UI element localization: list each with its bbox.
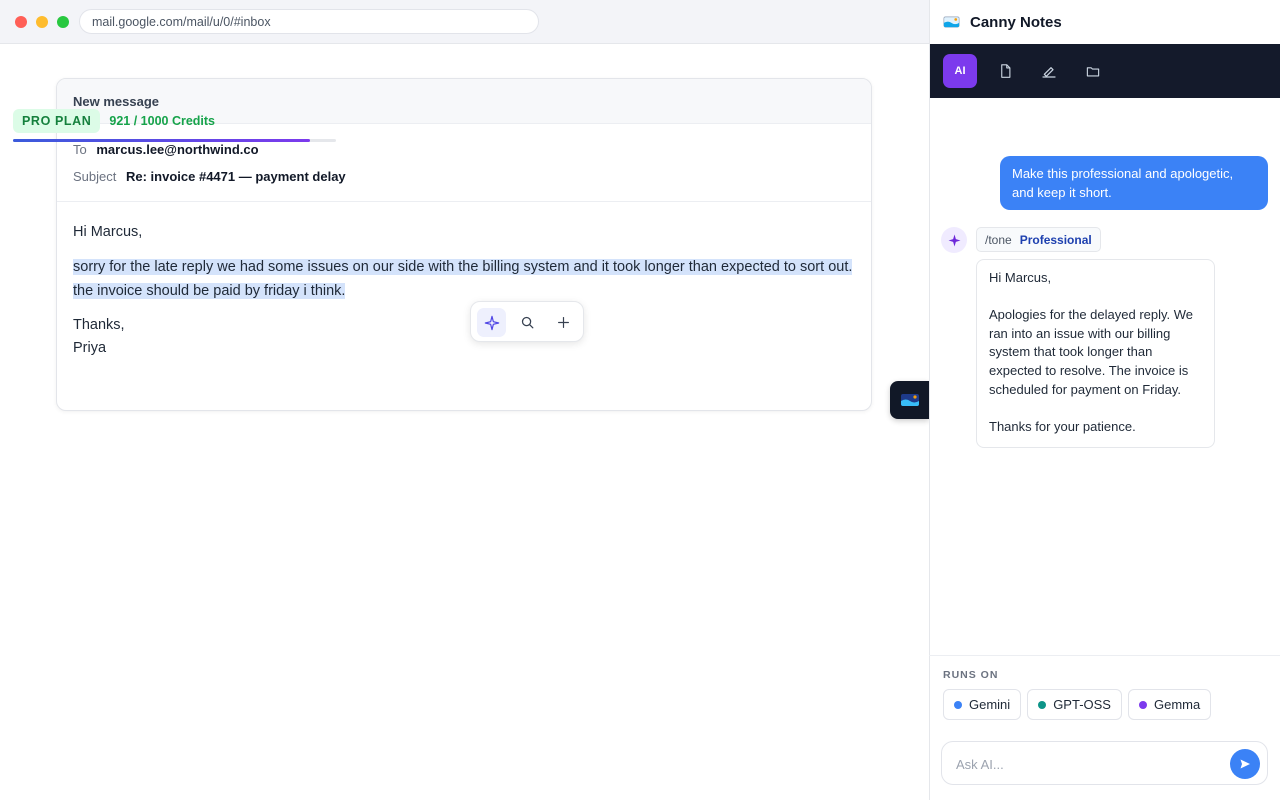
model-status-dot — [1138, 700, 1147, 709]
model-name: Gemma — [1153, 697, 1201, 712]
browser-topbar: mail.google.com/mail/u/0/#inbox — [0, 0, 929, 44]
plan-badge: PRO PLAN — [13, 109, 101, 133]
close-window-button[interactable] — [15, 16, 27, 28]
model-status-dot — [1038, 700, 1047, 709]
model-chip-gemma[interactable]: Gemma — [1127, 689, 1212, 720]
model-chips: Gemini GPT-OSS Gemma — [943, 689, 1217, 720]
assistant-reply-card[interactable]: Hi Marcus, Apologies for the delayed rep… — [976, 259, 1215, 448]
ai-sparkle-button[interactable] — [477, 308, 506, 337]
selection-toolbar — [470, 301, 584, 342]
minimize-window-button[interactable] — [36, 16, 48, 28]
document-icon — [1000, 64, 1010, 78]
ai-tab-button[interactable]: AI — [943, 54, 977, 88]
plan-row: PRO PLAN 921 / 1000 Credits — [13, 108, 215, 134]
lookup-button[interactable] — [513, 308, 542, 337]
folders-tab-button[interactable] — [1076, 54, 1110, 88]
notes-tab-button[interactable] — [988, 54, 1022, 88]
body-paragraph: sorry for the late reply we had some iss… — [73, 255, 855, 303]
subject-label: Subject — [73, 169, 117, 184]
highlighter-icon — [1042, 67, 1056, 78]
canny-logo-icon — [900, 394, 919, 406]
maximize-window-button[interactable] — [57, 16, 69, 28]
to-value[interactable]: marcus.lee@northwind.co — [96, 142, 258, 157]
tone-command: /tone — [985, 232, 1012, 247]
runs-on-label: RUNS ON — [943, 669, 999, 681]
add-note-button[interactable] — [549, 308, 578, 337]
sidebar-header: Canny Notes — [930, 0, 1280, 44]
canny-logo-icon — [943, 16, 960, 28]
send-button[interactable] — [1230, 749, 1260, 779]
subject-value[interactable]: Re: invoice #4471 — payment delay — [126, 169, 346, 184]
model-name: Gemini — [969, 697, 1011, 712]
compose-fields: To marcus.lee@northwind.co Subject Re: i… — [57, 124, 871, 202]
tone-value: Professional — [1019, 232, 1092, 247]
model-chip-gemini[interactable]: Gemini — [943, 689, 1022, 720]
body-greeting: Hi Marcus, — [73, 224, 143, 240]
search-icon — [521, 316, 534, 329]
subject-field[interactable]: Subject Re: invoice #4471 — payment dela… — [73, 163, 855, 190]
sparkle-icon — [484, 315, 499, 330]
ask-ai-box — [941, 741, 1268, 785]
sparkle-icon — [948, 234, 960, 246]
ask-ai-input[interactable] — [956, 754, 1216, 774]
assistant-avatar — [941, 227, 967, 253]
selected-text[interactable]: sorry for the late reply we had some iss… — [73, 259, 853, 299]
send-icon — [1240, 759, 1250, 769]
sidebar-toolbar: AI — [930, 44, 1280, 98]
to-label: To — [73, 142, 87, 157]
plus-icon — [558, 317, 569, 328]
credits-count: 921 / 1000 Credits — [109, 114, 216, 128]
body-signoff: Thanks, — [73, 317, 125, 333]
model-chip-gpt-oss[interactable]: GPT-OSS — [1027, 689, 1122, 720]
address-bar[interactable]: mail.google.com/mail/u/0/#inbox — [79, 9, 539, 34]
model-name: GPT-OSS — [1053, 697, 1111, 712]
tone-chip[interactable]: /tone Professional — [976, 227, 1101, 252]
user-message-bubble: Make this professional and apologetic, a… — [1000, 156, 1268, 210]
model-status-dot — [954, 700, 962, 709]
runs-divider — [929, 655, 1280, 656]
body-signature: Priya — [73, 340, 107, 356]
credits-progress-bar — [13, 139, 336, 142]
compose-body[interactable]: Hi Marcus, sorry for the late reply we h… — [57, 202, 871, 360]
highlight-tab-button[interactable] — [1032, 54, 1066, 88]
sidebar-toggle-tab[interactable] — [890, 381, 929, 419]
credits-progress-fill — [13, 139, 311, 142]
sidebar-title: Canny Notes — [970, 13, 1062, 31]
folder-icon — [1086, 66, 1100, 76]
